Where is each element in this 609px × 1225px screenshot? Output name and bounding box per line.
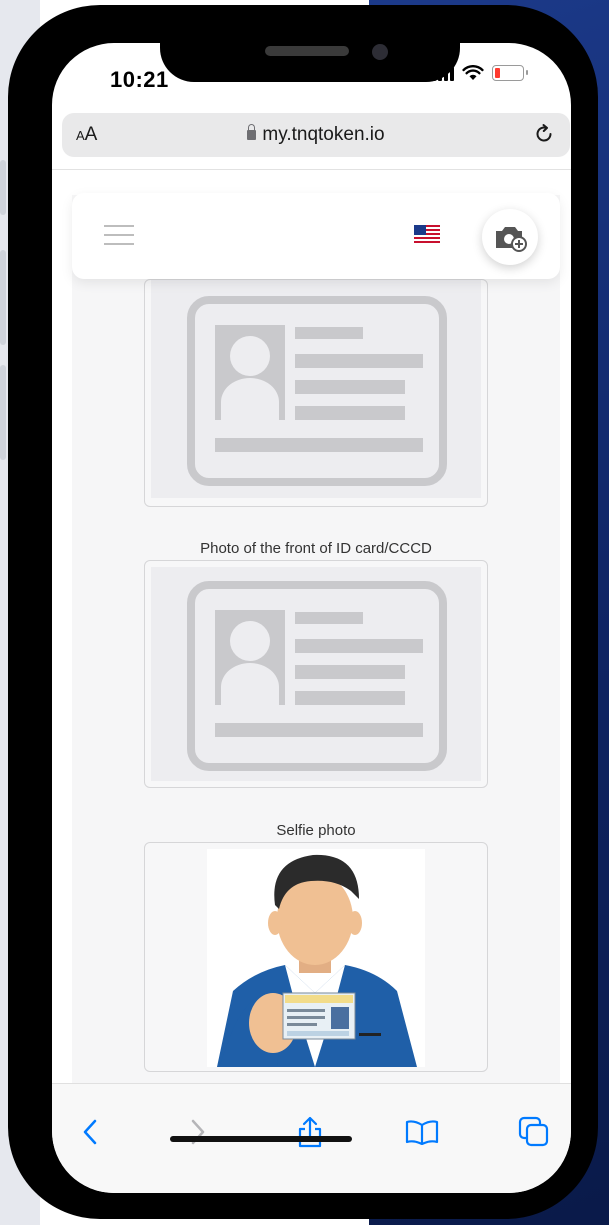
tabs-button[interactable] — [514, 1112, 554, 1152]
back-button[interactable] — [70, 1112, 110, 1152]
share-icon — [298, 1116, 322, 1148]
browser-divider — [52, 169, 571, 170]
front-camera — [372, 44, 388, 60]
status-time: 10:21 — [110, 67, 169, 92]
phone-speaker — [265, 46, 349, 56]
back-icon — [83, 1119, 97, 1145]
upload-photo-button[interactable] — [482, 209, 538, 265]
menu-icon[interactable] — [104, 225, 134, 247]
id-card-front-image[interactable] — [144, 560, 488, 788]
home-indicator[interactable] — [170, 1136, 352, 1142]
selfie-caption: Selfie photo — [276, 822, 356, 839]
selfie-image[interactable] — [144, 842, 488, 1072]
bookmarks-icon — [405, 1120, 439, 1145]
volume-up-button — [0, 250, 6, 345]
phone-screen: 10:21 AA my.tnqtoken.io Photo of the fro… — [52, 43, 571, 1193]
bookmarks-button[interactable] — [402, 1112, 442, 1152]
id-card-placeholder-icon — [151, 280, 481, 498]
forward-button[interactable] — [178, 1112, 218, 1152]
url-display[interactable]: my.tnqtoken.io — [62, 124, 570, 146]
wifi-icon — [462, 65, 484, 80]
selfie-illustration — [207, 849, 425, 1067]
volume-down-button — [0, 365, 6, 460]
address-bar[interactable]: AA my.tnqtoken.io — [62, 113, 570, 157]
id-card-placeholder-icon — [151, 567, 481, 781]
front-caption: Photo of the front of ID card/CCCD — [200, 540, 432, 557]
battery-icon — [492, 65, 528, 81]
reload-icon[interactable] — [532, 122, 556, 146]
site-header — [72, 193, 560, 279]
id-card-back-image[interactable] — [144, 279, 488, 507]
tabs-icon — [518, 1116, 549, 1147]
mute-switch — [0, 160, 6, 215]
share-button[interactable] — [290, 1112, 330, 1152]
us-flag-icon[interactable] — [414, 225, 440, 243]
url-text: my.tnqtoken.io — [262, 124, 385, 145]
phone-frame: 10:21 AA my.tnqtoken.io Photo of the fro… — [8, 5, 598, 1219]
camera-plus-icon — [496, 227, 527, 252]
phone-notch — [160, 38, 460, 82]
lock-icon — [247, 124, 257, 140]
